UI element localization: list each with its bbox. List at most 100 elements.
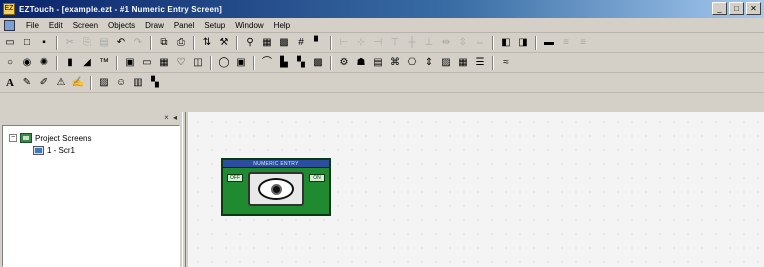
bitmap-button-icon[interactable]: ▦ <box>456 56 470 70</box>
bitmap-icon[interactable]: ▩ <box>311 56 325 70</box>
pane-close-button[interactable]: × ◂ <box>164 113 178 122</box>
more2-icon[interactable]: ≡ <box>576 36 590 50</box>
grid-icon[interactable]: ▦ <box>260 36 274 50</box>
object-title: NUMERIC ENTRY <box>253 161 299 167</box>
goto-screen-icon[interactable]: ⎔ <box>405 56 419 70</box>
wave-icon[interactable]: ≈ <box>499 56 513 70</box>
standard-toolbar: ▭ □ ▪ ✂ ⎘ ▤ ↶ ↷ ⧉ ⎙ ⇅ ⚒ ⚲ ▦ ▩ # ▘ ⊢ ⊹ ⊣ ⊤ ┼ ⊥ ⇹ ⇳ ⇔ ◧ ◨ ▬ ≡ ≡ <box>0 34 764 53</box>
transfer-icon[interactable]: ⇅ <box>200 36 214 50</box>
align-top-icon[interactable]: ⊤ <box>388 36 402 50</box>
send-back-icon[interactable]: ◨ <box>516 36 530 50</box>
menu-objects[interactable]: Objects <box>103 21 140 30</box>
tree-expander[interactable]: − <box>9 134 17 142</box>
signature-icon[interactable]: ✍ <box>71 76 85 90</box>
copy-icon[interactable]: ⎘ <box>80 36 94 50</box>
flag-icon[interactable]: ▘ <box>311 36 325 50</box>
align-left-icon[interactable]: ⊢ <box>337 36 351 50</box>
project-icon[interactable]: ▚ <box>148 76 162 90</box>
slider-icon[interactable]: ⇕ <box>422 56 436 70</box>
menu-help[interactable]: Help <box>269 21 295 30</box>
window-title: EZTouch - [example.ezt - #1 Numeric Entr… <box>19 4 223 14</box>
tree-child-label: 1 - Scr1 <box>47 146 76 155</box>
undo-icon[interactable]: ↶ <box>114 36 128 50</box>
toolbar-separator <box>193 36 195 50</box>
switch-icon[interactable]: ⌘ <box>388 56 402 70</box>
thumbwheel-icon[interactable]: ⚙ <box>337 56 351 70</box>
toolbar-separator <box>236 36 238 50</box>
tree-pane-header: × ◂ <box>2 112 180 125</box>
recipe-icon[interactable]: ▤ <box>371 56 385 70</box>
lamp-icon[interactable]: ◉ <box>20 56 34 70</box>
meter-icon[interactable]: ◢ <box>80 56 94 70</box>
app-icon: EZ <box>3 3 15 15</box>
menu-draw[interactable]: Draw <box>140 21 169 30</box>
space-v-icon[interactable]: ⇳ <box>456 36 470 50</box>
zoom-icon[interactable]: ⚲ <box>243 36 257 50</box>
warning-icon[interactable]: ⚠ <box>54 76 68 90</box>
grid-fine-icon[interactable]: ▩ <box>277 36 291 50</box>
same-size-icon[interactable]: ⇔ <box>473 36 487 50</box>
tools-icon[interactable]: ⚒ <box>217 36 231 50</box>
people-icon[interactable]: ☺ <box>114 76 128 90</box>
tree-item-project-screens[interactable]: − Project Screens <box>9 133 91 143</box>
menu-panel[interactable]: Panel <box>169 21 199 30</box>
toolbar-separator <box>210 56 212 70</box>
pushbutton-icon[interactable]: ▣ <box>234 56 248 70</box>
maximize-button[interactable]: □ <box>729 2 744 15</box>
bring-front-icon[interactable]: ◧ <box>499 36 513 50</box>
snap-icon[interactable]: # <box>294 36 308 50</box>
pane-splitter[interactable] <box>182 112 186 267</box>
bargraph-icon[interactable]: ▮ <box>63 56 77 70</box>
toolbar-separator <box>492 36 494 50</box>
project-folder-icon <box>20 133 32 143</box>
text-edit-icon[interactable]: ✎ <box>20 76 34 90</box>
align-bottom-icon[interactable]: ⊥ <box>422 36 436 50</box>
window-controls: _ □ ✕ <box>712 2 761 15</box>
message-icon[interactable]: ▨ <box>439 56 453 70</box>
tm-icon[interactable]: ™ <box>97 56 111 70</box>
panel-icon[interactable]: ▬ <box>542 36 556 50</box>
minimize-button[interactable]: _ <box>712 2 727 15</box>
trend-icon[interactable]: ▚ <box>294 56 308 70</box>
space-h-icon[interactable]: ⇹ <box>439 36 453 50</box>
keypad-icon[interactable]: ▦ <box>157 56 171 70</box>
print-icon[interactable]: ⎙ <box>174 36 188 50</box>
list-icon[interactable]: ☰ <box>473 56 487 70</box>
ellipse-button-icon[interactable]: ◯ <box>217 56 231 70</box>
arc-icon[interactable]: ⌒ <box>260 56 274 70</box>
close-button[interactable]: ✕ <box>746 2 761 15</box>
menu-setup[interactable]: Setup <box>199 21 230 30</box>
cut-icon[interactable]: ✂ <box>63 36 77 50</box>
more1-icon[interactable]: ≡ <box>559 36 573 50</box>
align-right-icon[interactable]: ⊣ <box>371 36 385 50</box>
menu-window[interactable]: Window <box>230 21 268 30</box>
project-tree[interactable]: − Project Screens 1 - Scr1 <box>2 125 180 267</box>
circle-icon[interactable]: ○ <box>3 56 17 70</box>
indicator-icon[interactable]: ♡ <box>174 56 188 70</box>
toolbar-separator <box>330 36 332 50</box>
numeric-entry-icon[interactable]: ▭ <box>140 56 154 70</box>
new-file-icon[interactable]: ▭ <box>3 36 17 50</box>
copy-screen-icon[interactable]: ⧉ <box>157 36 171 50</box>
redo-icon[interactable]: ↷ <box>131 36 145 50</box>
image-icon[interactable]: ▨ <box>97 76 111 90</box>
text-style-icon[interactable]: ✐ <box>37 76 51 90</box>
selector-icon[interactable]: ◫ <box>191 56 205 70</box>
menu-edit[interactable]: Edit <box>44 21 68 30</box>
numeric-display-icon[interactable]: ▣ <box>123 56 137 70</box>
menu-screen[interactable]: Screen <box>68 21 103 30</box>
tree-item-screen-1[interactable]: 1 - Scr1 <box>33 146 75 155</box>
alarm-icon[interactable]: ☗ <box>354 56 368 70</box>
align-middle-icon[interactable]: ┼ <box>405 36 419 50</box>
text-a-icon[interactable]: A <box>3 76 17 90</box>
align-center-icon[interactable]: ⊹ <box>354 36 368 50</box>
pilot-light-icon[interactable]: ✺ <box>37 56 51 70</box>
system-menu-icon[interactable] <box>4 19 15 31</box>
paste-icon[interactable]: ▤ <box>97 36 111 50</box>
numeric-entry-object[interactable]: NUMERIC ENTRY OFF ON <box>221 158 331 216</box>
new-doc-icon[interactable]: □ <box>20 36 34 50</box>
menu-file[interactable]: File <box>21 21 44 30</box>
chart-icon[interactable]: ▙ <box>277 56 291 70</box>
save-icon[interactable]: ▪ <box>37 36 51 50</box>
library-icon[interactable]: ▥ <box>131 76 145 90</box>
